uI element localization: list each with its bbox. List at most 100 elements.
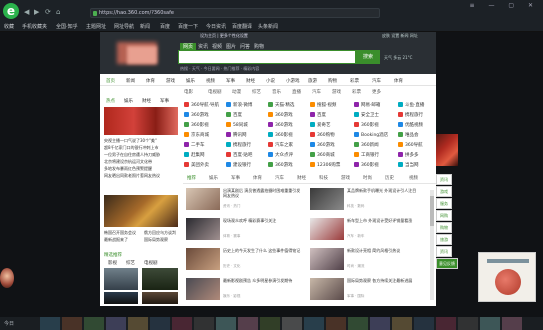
bookmark-item[interactable]: 头条新闻 bbox=[258, 23, 278, 30]
site-link[interactable]: 天猫·精选 bbox=[268, 102, 294, 108]
left-tab[interactable]: 热点 bbox=[106, 98, 115, 104]
video-thumb[interactable] bbox=[104, 268, 138, 290]
cat-item[interactable]: 财经 bbox=[246, 78, 255, 84]
feed-tab[interactable]: 娱乐 bbox=[209, 175, 218, 181]
feed-item-image[interactable] bbox=[310, 278, 344, 300]
site-link[interactable]: 360新闻 bbox=[354, 142, 379, 148]
desktop-ad-widget[interactable] bbox=[478, 252, 536, 302]
taskbar-app-icon[interactable] bbox=[216, 317, 236, 330]
site-link[interactable]: 安全卫士 bbox=[354, 112, 379, 118]
bookmark-item[interactable]: 网址导航 bbox=[114, 23, 134, 30]
site-link[interactable]: 腾讯网 bbox=[226, 132, 247, 138]
cat-item[interactable]: 游戏 bbox=[166, 78, 175, 84]
taskbar-app-icon[interactable] bbox=[436, 317, 456, 330]
feed-tab[interactable]: 历史 bbox=[385, 175, 394, 181]
refresh-icon[interactable]: ⟳ bbox=[45, 9, 51, 16]
feed-item-image[interactable] bbox=[310, 188, 344, 210]
taskbar-app-icon[interactable] bbox=[326, 317, 346, 330]
feed-item-title[interactable]: 某品牌新款手机曝光 外观设计引人注目 bbox=[347, 188, 427, 193]
feed-item-image[interactable] bbox=[186, 218, 220, 240]
site-link[interactable]: 360商城 bbox=[310, 152, 335, 158]
site-link[interactable]: 360游戏 bbox=[184, 112, 209, 118]
bookmark-item[interactable]: 百度 bbox=[160, 23, 170, 30]
cat-item[interactable]: 购物 bbox=[328, 78, 337, 84]
site-link[interactable]: 赶集网 bbox=[184, 152, 205, 158]
header-top-note[interactable]: 设为主页 | 更多个性化设置 bbox=[200, 33, 248, 39]
feed-tab[interactable]: 视频 bbox=[409, 175, 418, 181]
home-icon[interactable]: ⌂ bbox=[56, 9, 60, 16]
taskbar-app-icon[interactable] bbox=[106, 317, 126, 330]
news-line[interactable]: 网友晒出同款老照片惹网友热议 bbox=[104, 173, 180, 179]
site-link[interactable]: 360购物 bbox=[310, 132, 335, 138]
cat-item[interactable]: 汽车 bbox=[372, 78, 381, 84]
site-link[interactable]: 360导航·导航 bbox=[184, 102, 219, 108]
sidebar-button[interactable]: 网购 bbox=[436, 210, 452, 221]
sidebar-button[interactable]: 购物 bbox=[436, 222, 452, 233]
hot-search-words[interactable]: 热搜 · 天气 · 今日要闻 · 热门推荐 · 精彩内容 bbox=[180, 66, 259, 72]
taskbar-app-icon[interactable] bbox=[502, 317, 522, 330]
search-tab-video[interactable]: 视频 bbox=[212, 43, 222, 50]
cat2-item[interactable]: 汽车 bbox=[312, 89, 321, 95]
site-link[interactable]: 360影视 bbox=[354, 122, 379, 128]
site-link[interactable]: 携程旅行 bbox=[398, 112, 423, 118]
feed-item-image[interactable] bbox=[186, 278, 220, 300]
site-link[interactable]: 360游戏 bbox=[310, 142, 335, 148]
taskbar-app-icon[interactable] bbox=[480, 317, 500, 330]
sidebar-button[interactable]: 资讯 bbox=[436, 174, 452, 185]
header-top-links[interactable]: 皮肤 设置 新闻 网址 bbox=[382, 33, 418, 39]
site-link[interactable]: 新浪·微博 bbox=[226, 102, 252, 108]
news-line[interactable]: 一位男子在自住房遭人持刀威胁 bbox=[104, 152, 180, 158]
search-tab-news[interactable]: 资讯 bbox=[198, 43, 208, 50]
taskbar-app-icon[interactable] bbox=[282, 317, 302, 330]
video-thumb[interactable] bbox=[142, 268, 178, 290]
page-scrollbar[interactable] bbox=[430, 190, 434, 300]
search-input[interactable] bbox=[178, 50, 356, 64]
bookmark-item[interactable]: 主题网址 bbox=[86, 23, 106, 30]
cat-item[interactable]: 彩票 bbox=[350, 78, 359, 84]
cat-item[interactable]: 小说 bbox=[266, 78, 275, 84]
bookmark-item[interactable]: 百度翻译 bbox=[232, 23, 252, 30]
cat-item[interactable]: 首页 bbox=[106, 78, 115, 84]
site-link[interactable]: 360导航 bbox=[398, 142, 423, 148]
site-link[interactable]: 360影视 bbox=[354, 162, 379, 168]
site-link[interactable]: 汽车之家 bbox=[268, 142, 293, 148]
news-line[interactable]: 最新战报来了 bbox=[104, 237, 140, 243]
news-image[interactable] bbox=[104, 107, 178, 135]
sidebar-button[interactable]: 服务 bbox=[436, 198, 452, 209]
left-tab[interactable]: 娱乐 bbox=[124, 98, 133, 104]
feed-item-title[interactable]: 新款设计亮相 简约风格引热议 bbox=[347, 248, 427, 253]
site-link[interactable]: 360影视 bbox=[184, 122, 209, 128]
feed-item-image[interactable] bbox=[186, 188, 220, 210]
feed-item-title[interactable]: 新车型上市 外观设计受好评销量看涨 bbox=[347, 218, 427, 223]
site-link[interactable]: 拼多多 bbox=[398, 152, 419, 158]
feed-tab[interactable]: 推荐 bbox=[187, 175, 196, 181]
sidebar-button[interactable]: 资讯 bbox=[436, 246, 452, 257]
site-link[interactable]: 百度·贴吧 bbox=[226, 152, 252, 158]
video-thumb[interactable] bbox=[142, 292, 178, 304]
news-line[interactable]: 超8千亿家门口的银行冲刺上市 bbox=[104, 145, 180, 151]
site-link[interactable]: 二手车 bbox=[184, 142, 205, 148]
desktop-avatar-icon[interactable] bbox=[0, 268, 14, 288]
feed-item-image[interactable] bbox=[186, 248, 220, 270]
search-tab-shop[interactable]: 购物 bbox=[254, 43, 264, 50]
site-link[interactable]: 爱奇艺 bbox=[310, 122, 331, 128]
cat-item[interactable]: 小游戏 bbox=[286, 78, 300, 84]
search-button[interactable]: 搜索 bbox=[356, 50, 380, 64]
site-link[interactable]: 网易·邮箱 bbox=[354, 102, 380, 108]
bookmark-item[interactable]: 百度一下 bbox=[178, 23, 198, 30]
cat2-item[interactable]: 动漫 bbox=[232, 89, 241, 95]
taskbar-app-icon[interactable] bbox=[260, 317, 280, 330]
video-thumb[interactable] bbox=[104, 292, 138, 304]
feed-tab[interactable]: 汽车 bbox=[275, 175, 284, 181]
bookmark-item[interactable]: 全国·知乎 bbox=[56, 23, 78, 30]
site-link[interactable]: 百度 bbox=[226, 112, 242, 118]
left-bottom-tab[interactable]: 电视剧 bbox=[144, 260, 158, 266]
cat-item[interactable]: 娱乐 bbox=[186, 78, 195, 84]
taskbar-app-icon[interactable] bbox=[348, 317, 368, 330]
taskbar-app-icon[interactable] bbox=[458, 317, 478, 330]
left-tab[interactable]: 财经 bbox=[142, 98, 151, 104]
news-line[interactable]: 国际局势观察 bbox=[144, 237, 180, 243]
left-bottom-tab[interactable]: 精选推荐 bbox=[104, 252, 122, 258]
site-link[interactable]: 当当网 bbox=[398, 162, 419, 168]
site-link[interactable]: 京东商城 bbox=[184, 132, 209, 138]
